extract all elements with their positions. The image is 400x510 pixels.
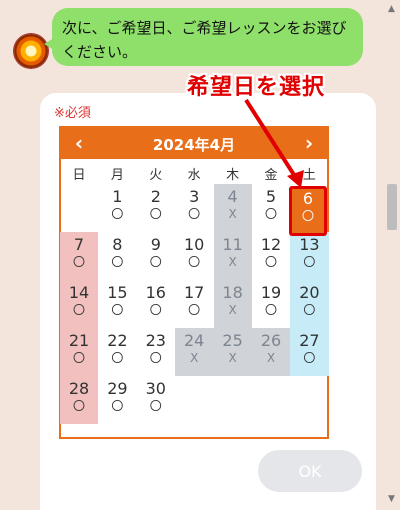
day-cell[interactable]: 6〇 <box>289 186 327 234</box>
day-number: 6 <box>302 189 314 208</box>
annotation-arrow <box>244 98 304 188</box>
ok-button[interactable]: OK <box>258 450 362 492</box>
availability-mark: 〇 <box>301 209 314 223</box>
